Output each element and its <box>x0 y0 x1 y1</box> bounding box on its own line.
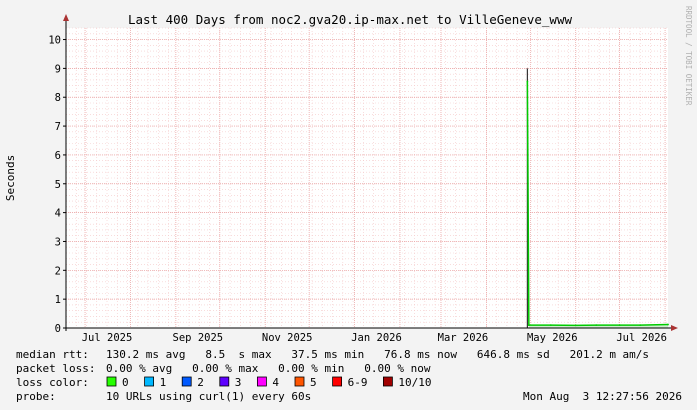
median-rtt-point <box>618 324 621 327</box>
loss-color-swatch <box>294 376 305 387</box>
x-tick-label: Jul 2025 <box>82 332 133 344</box>
probe-value: 10 URLs using curl(1) every 60s <box>106 390 311 403</box>
x-tick-label: Sep 2025 <box>173 332 224 344</box>
chart-svg: 012345678910Jul 2025 Sep 2025 Nov 2025 Jan … <box>0 0 697 410</box>
y-axis-label: Seconds <box>4 155 17 201</box>
smokeping-graph: 0 1 2 3 4 5 6 7 8 9 10 Jul 2025 Sep 2025 Nov 2025 Jan … <box>0 0 697 410</box>
y-tick-label: 0 <box>55 323 61 335</box>
x-tick-label: Nov 2025 <box>262 332 313 344</box>
y-tick-label: 6 <box>55 150 61 162</box>
loss-color-swatch <box>332 376 343 387</box>
y-tick-label: 2 <box>55 265 61 277</box>
x-tick-label: Mar 2026 <box>438 332 489 344</box>
loss-color-swatch-label: 5 <box>310 376 317 389</box>
loss-color-swatch-label: 4 <box>272 376 279 389</box>
median-rtt-point <box>667 323 669 326</box>
loss-color-swatch-label: 0 <box>122 376 129 389</box>
loss-color-swatch-label: 3 <box>235 376 242 389</box>
rrdtool-watermark: RRDTOOL / TOBI OETIKER <box>684 6 693 106</box>
loss-color-swatch <box>144 376 155 387</box>
y-tick-label: 5 <box>55 179 61 191</box>
median-rtt-point <box>527 324 530 327</box>
loss-color-swatch <box>256 376 267 387</box>
timestamp: Mon Aug 3 12:27:56 2026 <box>523 390 682 403</box>
loss-color-swatch-label: 6-9 <box>348 376 368 389</box>
median-rtt-point <box>574 324 577 327</box>
median-rtt-point <box>595 324 598 327</box>
y-tick-label: 9 <box>55 63 61 75</box>
probe-label: probe: <box>16 390 56 403</box>
median-rtt-point <box>639 324 642 327</box>
loss-color-swatch <box>219 376 230 387</box>
x-tick-label: Jan 2026 <box>351 332 402 344</box>
packet-loss-values: 0.00 % avg 0.00 % max 0.00 % min 0.00 % … <box>106 362 431 375</box>
y-tick-label: 7 <box>55 121 61 133</box>
y-tick-label: 10 <box>48 35 61 47</box>
loss-color-swatch <box>181 376 192 387</box>
median-rtt-point <box>526 80 529 83</box>
packet-loss-label: packet loss: <box>16 362 95 375</box>
x-tick-label: Jul 2026 <box>616 332 667 344</box>
median-rtt-point <box>549 324 552 327</box>
loss-color-swatch <box>382 376 393 387</box>
y-tick-label: 4 <box>55 208 61 220</box>
median-rtt-values: 130.2 ms avg 8.5 s max 37.5 ms min 76.8 … <box>106 348 649 361</box>
median-rtt-label: median rtt: <box>16 348 89 361</box>
loss-color-swatch <box>106 376 117 387</box>
y-tick-label: 1 <box>55 294 61 306</box>
loss-color-swatch-label: 2 <box>197 376 204 389</box>
loss-color-label: loss color: <box>16 376 89 389</box>
loss-color-swatch-label: 1 <box>160 376 167 389</box>
y-tick-label: 8 <box>55 92 61 104</box>
x-tick-label: May 2026 <box>527 332 578 344</box>
y-tick-label: 3 <box>55 236 61 248</box>
chart-title: Last 400 Days from noc2.gva20.ip-max.net… <box>128 12 572 27</box>
loss-color-swatch-label: 10/10 <box>398 376 431 389</box>
